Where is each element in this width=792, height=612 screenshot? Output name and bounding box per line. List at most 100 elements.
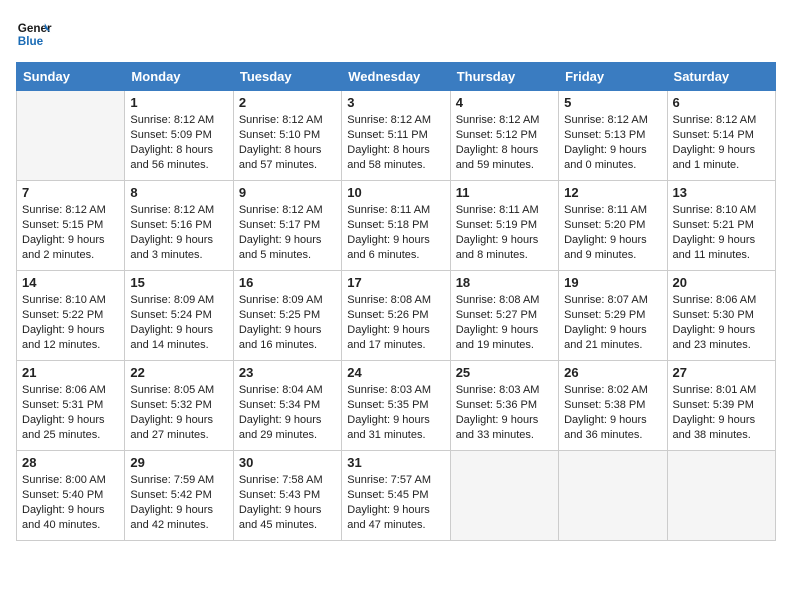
sunrise-line: Sunrise: 8:12 AM xyxy=(239,113,336,128)
sunset-line: Sunset: 5:19 PM xyxy=(456,218,553,233)
day-number: 1 xyxy=(130,95,227,110)
logo: General Blue xyxy=(16,16,56,52)
day-number: 5 xyxy=(564,95,661,110)
day-number: 14 xyxy=(22,275,119,290)
calendar-table: SundayMondayTuesdayWednesdayThursdayFrid… xyxy=(16,62,776,541)
daylight-line: Daylight: 9 hours and 11 minutes. xyxy=(673,233,770,263)
daylight-line: Daylight: 9 hours and 17 minutes. xyxy=(347,323,444,353)
daylight-line: Daylight: 9 hours and 25 minutes. xyxy=(22,413,119,443)
sunset-line: Sunset: 5:11 PM xyxy=(347,128,444,143)
calendar-cell: 20Sunrise: 8:06 AMSunset: 5:30 PMDayligh… xyxy=(667,271,775,361)
day-number: 24 xyxy=(347,365,444,380)
daylight-line: Daylight: 9 hours and 9 minutes. xyxy=(564,233,661,263)
weekday-header-cell: Sunday xyxy=(17,63,125,91)
sunrise-line: Sunrise: 8:12 AM xyxy=(22,203,119,218)
calendar-cell: 2Sunrise: 8:12 AMSunset: 5:10 PMDaylight… xyxy=(233,91,341,181)
day-number: 16 xyxy=(239,275,336,290)
calendar-cell: 28Sunrise: 8:00 AMSunset: 5:40 PMDayligh… xyxy=(17,451,125,541)
calendar-cell: 8Sunrise: 8:12 AMSunset: 5:16 PMDaylight… xyxy=(125,181,233,271)
sunrise-line: Sunrise: 8:08 AM xyxy=(456,293,553,308)
sunset-line: Sunset: 5:35 PM xyxy=(347,398,444,413)
week-row: 21Sunrise: 8:06 AMSunset: 5:31 PMDayligh… xyxy=(17,361,776,451)
calendar-cell: 15Sunrise: 8:09 AMSunset: 5:24 PMDayligh… xyxy=(125,271,233,361)
sunrise-line: Sunrise: 8:12 AM xyxy=(673,113,770,128)
sunset-line: Sunset: 5:10 PM xyxy=(239,128,336,143)
calendar-cell xyxy=(559,451,667,541)
sunrise-line: Sunrise: 8:11 AM xyxy=(564,203,661,218)
calendar-cell: 22 Sunrise: 8:05 AMSunset: 5:32 PMDayligh… xyxy=(125,361,233,451)
sunset-line: Sunset: 5:27 PM xyxy=(456,308,553,323)
sunset-line: Sunset: 5:39 PM xyxy=(673,398,770,413)
day-number: 27 xyxy=(673,365,770,380)
day-number: 31 xyxy=(347,455,444,470)
sunset-line: Sunset: 5:20 PM xyxy=(564,218,661,233)
week-row: 7Sunrise: 8:12 AMSunset: 5:15 PMDaylight… xyxy=(17,181,776,271)
sunset-line: Sunset: 5:42 PM xyxy=(130,488,227,503)
calendar-cell: 25Sunrise: 8:03 AMSunset: 5:36 PMDayligh… xyxy=(450,361,558,451)
daylight-line: Daylight: 9 hours and 19 minutes. xyxy=(456,323,553,353)
daylight-line: Daylight: 9 hours and 21 minutes. xyxy=(564,323,661,353)
day-number: 15 xyxy=(130,275,227,290)
sunset-line: Sunset: 5:22 PM xyxy=(22,308,119,323)
day-number: 7 xyxy=(22,185,119,200)
day-number: 8 xyxy=(130,185,227,200)
daylight-line: Daylight: 9 hours and 27 minutes. xyxy=(130,413,227,443)
calendar-cell: 5Sunrise: 8:12 AMSunset: 5:13 PMDaylight… xyxy=(559,91,667,181)
daylight-line: Daylight: 8 hours and 56 minutes. xyxy=(130,143,227,173)
daylight-line: Daylight: 9 hours and 5 minutes. xyxy=(239,233,336,263)
day-number: 22 xyxy=(130,365,227,380)
day-number: 23 xyxy=(239,365,336,380)
weekday-header-cell: Friday xyxy=(559,63,667,91)
logo-icon: General Blue xyxy=(16,16,52,52)
calendar-cell: 19Sunrise: 8:07 AMSunset: 5:29 PMDayligh… xyxy=(559,271,667,361)
weekday-header-cell: Wednesday xyxy=(342,63,450,91)
sunset-line: Sunset: 5:32 PM xyxy=(130,398,227,413)
day-number: 9 xyxy=(239,185,336,200)
daylight-line: Daylight: 9 hours and 6 minutes. xyxy=(347,233,444,263)
day-number: 11 xyxy=(456,185,553,200)
weekday-header-cell: Monday xyxy=(125,63,233,91)
day-number: 6 xyxy=(673,95,770,110)
calendar-cell: 7Sunrise: 8:12 AMSunset: 5:15 PMDaylight… xyxy=(17,181,125,271)
sunrise-line: Sunrise: 8:08 AM xyxy=(347,293,444,308)
sunrise-line: Sunrise: 8:12 AM xyxy=(347,113,444,128)
calendar-cell: 12 Sunrise: 8:11 AMSunset: 5:20 PMDayligh… xyxy=(559,181,667,271)
daylight-line: Daylight: 9 hours and 33 minutes. xyxy=(456,413,553,443)
day-number: 19 xyxy=(564,275,661,290)
calendar-cell: 30Sunrise: 7:58 AMSunset: 5:43 PMDayligh… xyxy=(233,451,341,541)
sunrise-line: Sunrise: 8:09 AM xyxy=(130,293,227,308)
week-row: 14Sunrise: 8:10 AMSunset: 5:22 PMDayligh… xyxy=(17,271,776,361)
daylight-line: Daylight: 9 hours and 2 minutes. xyxy=(22,233,119,263)
daylight-line: Daylight: 8 hours and 58 minutes. xyxy=(347,143,444,173)
sunrise-line: Sunrise: 8:10 AM xyxy=(673,203,770,218)
day-number: 28 xyxy=(22,455,119,470)
day-number: 20 xyxy=(673,275,770,290)
sunrise-line: Sunrise: 8:05 AM xyxy=(130,383,227,398)
daylight-line: Daylight: 9 hours and 12 minutes. xyxy=(22,323,119,353)
daylight-line: Daylight: 8 hours and 59 minutes. xyxy=(456,143,553,173)
sunrise-line: Sunrise: 8:04 AM xyxy=(239,383,336,398)
sunset-line: Sunset: 5:29 PM xyxy=(564,308,661,323)
daylight-line: Daylight: 9 hours and 3 minutes. xyxy=(130,233,227,263)
sunset-line: Sunset: 5:17 PM xyxy=(239,218,336,233)
week-row: 28Sunrise: 8:00 AMSunset: 5:40 PMDayligh… xyxy=(17,451,776,541)
calendar-cell: 14Sunrise: 8:10 AMSunset: 5:22 PMDayligh… xyxy=(17,271,125,361)
day-number: 10 xyxy=(347,185,444,200)
sunrise-line: Sunrise: 8:11 AM xyxy=(456,203,553,218)
sunrise-line: Sunrise: 8:12 AM xyxy=(456,113,553,128)
sunrise-line: Sunrise: 8:11 AM xyxy=(347,203,444,218)
day-number: 13 xyxy=(673,185,770,200)
svg-text:Blue: Blue xyxy=(18,35,44,48)
weekday-header-row: SundayMondayTuesdayWednesdayThursdayFrid… xyxy=(17,63,776,91)
week-row: 1Sunrise: 8:12 AMSunset: 5:09 PMDaylight… xyxy=(17,91,776,181)
sunrise-line: Sunrise: 8:09 AM xyxy=(239,293,336,308)
calendar-cell: 16Sunrise: 8:09 AMSunset: 5:25 PMDayligh… xyxy=(233,271,341,361)
daylight-line: Daylight: 9 hours and 38 minutes. xyxy=(673,413,770,443)
daylight-line: Daylight: 9 hours and 14 minutes. xyxy=(130,323,227,353)
sunset-line: Sunset: 5:31 PM xyxy=(22,398,119,413)
sunrise-line: Sunrise: 7:58 AM xyxy=(239,473,336,488)
sunset-line: Sunset: 5:26 PM xyxy=(347,308,444,323)
sunrise-line: Sunrise: 8:01 AM xyxy=(673,383,770,398)
day-number: 12 xyxy=(564,185,661,200)
daylight-line: Daylight: 9 hours and 23 minutes. xyxy=(673,323,770,353)
